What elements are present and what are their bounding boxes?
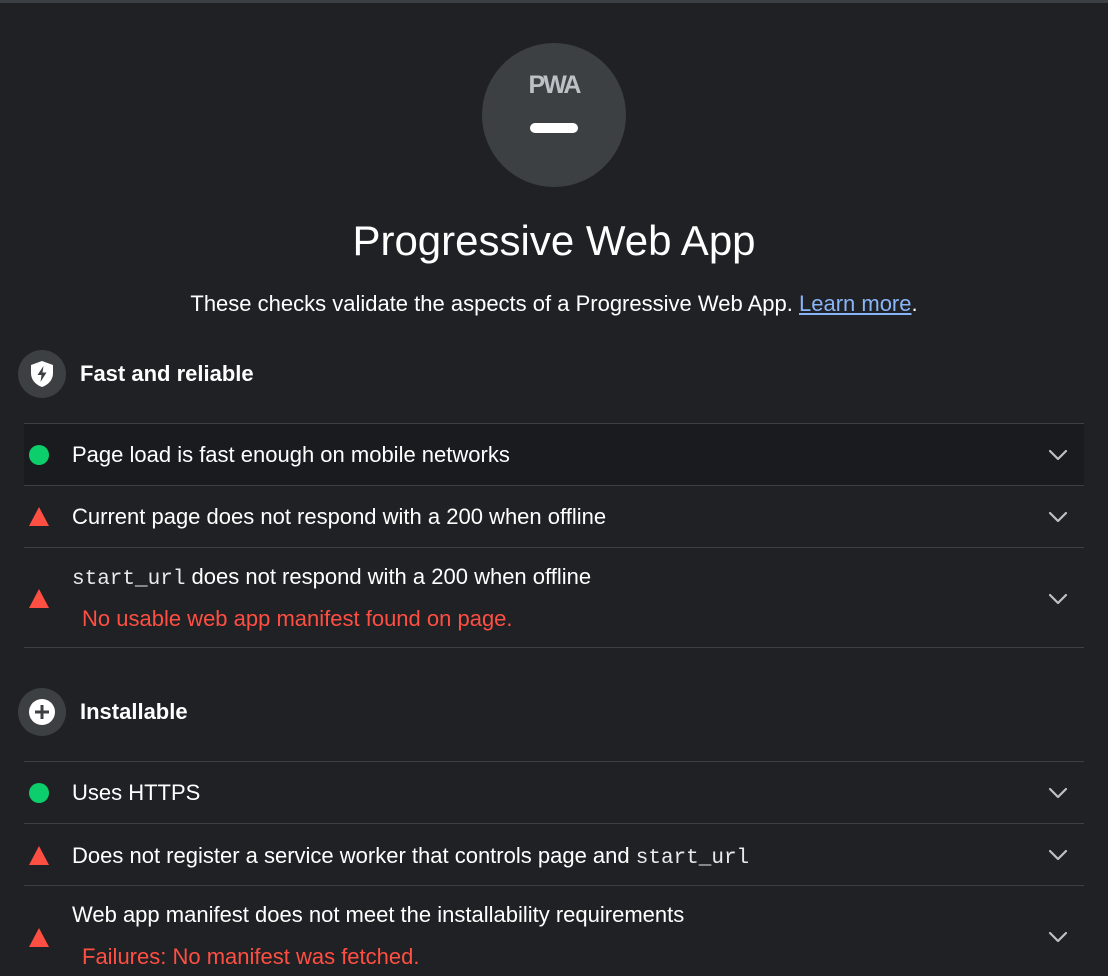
- audit-title: Uses HTTPS: [72, 780, 201, 805]
- audit-code: start_url: [635, 847, 750, 870]
- pwa-gauge-label: PWA: [528, 71, 582, 99]
- chevron-down-icon[interactable]: [1048, 511, 1068, 523]
- audit-code: start_url: [72, 568, 186, 591]
- group-title: Installable: [80, 699, 188, 724]
- audit-row[interactable]: Current page does not respond with a 200…: [24, 485, 1084, 547]
- audit-title-text: Does not register a service worker that …: [72, 843, 636, 868]
- plus-circle-icon: [18, 688, 66, 736]
- pass-icon: [28, 782, 50, 804]
- audit-title: Web app manifest does not meet the insta…: [72, 902, 685, 927]
- audit-row[interactable]: Web app manifest does not meet the insta…: [24, 885, 1084, 976]
- audit-row[interactable]: Uses HTTPS: [24, 761, 1084, 823]
- fail-icon: [28, 845, 50, 867]
- audit-title-text: does not respond with a 200 when offline: [185, 564, 592, 589]
- chevron-down-icon[interactable]: [1048, 787, 1068, 799]
- fail-icon: [28, 588, 50, 610]
- audit-row[interactable]: Does not register a service worker that …: [24, 823, 1084, 885]
- chevron-down-icon[interactable]: [1048, 593, 1068, 605]
- group-title: Fast and reliable: [80, 361, 254, 386]
- audit-title: Current page does not respond with a 200…: [72, 504, 607, 529]
- group-fast-and-reliable: Fast and reliable: [18, 350, 254, 398]
- audit-row[interactable]: Page load is fast enough on mobile netwo…: [24, 423, 1084, 485]
- category-title: Progressive Web App: [352, 217, 756, 264]
- group-installable: Installable: [18, 688, 188, 736]
- pass-icon: [28, 444, 50, 466]
- chevron-down-icon[interactable]: [1048, 849, 1068, 861]
- audit-title: start_url does not respond with a 200 wh…: [72, 564, 591, 591]
- fail-icon: [28, 927, 50, 949]
- audit-title: Page load is fast enough on mobile netwo…: [72, 442, 510, 467]
- fail-icon: [28, 506, 50, 528]
- audit-row[interactable]: start_url does not respond with a 200 wh…: [24, 547, 1084, 648]
- learn-more-link[interactable]: Learn more: [799, 291, 912, 316]
- audit-error: Failures: No manifest was fetched.: [82, 944, 420, 969]
- category-description: These checks validate the aspects of a P…: [0, 291, 1108, 317]
- chevron-down-icon[interactable]: [1048, 931, 1068, 943]
- description-text: These checks validate the aspects of a P…: [190, 291, 793, 316]
- audit-error: No usable web app manifest found on page…: [82, 606, 513, 631]
- audit-title: Does not register a service worker that …: [72, 843, 749, 870]
- pwa-gauge-dash-icon: [530, 123, 578, 133]
- shield-lightning-icon: [18, 350, 66, 398]
- chevron-down-icon[interactable]: [1048, 449, 1068, 461]
- description-suffix: .: [911, 291, 918, 316]
- pwa-report: PWA Progressive Web App These checks val…: [0, 0, 1108, 976]
- pwa-gauge[interactable]: PWA: [482, 43, 626, 187]
